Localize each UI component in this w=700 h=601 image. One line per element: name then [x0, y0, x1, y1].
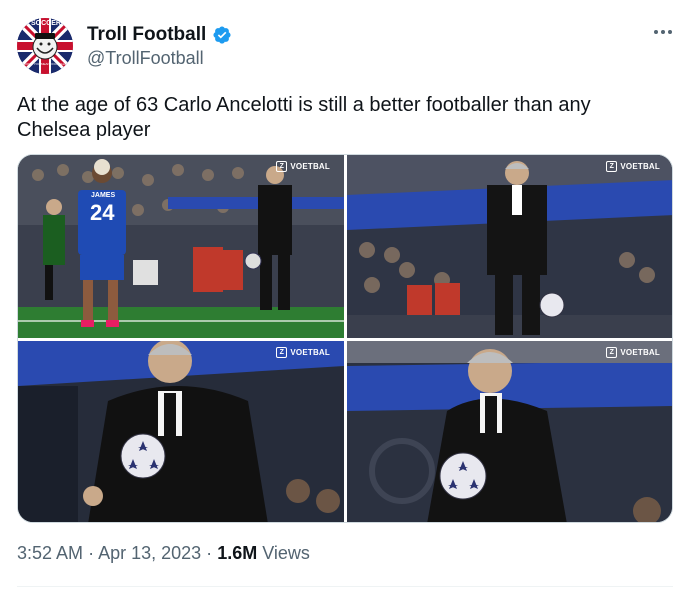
jersey-name: JAMES: [91, 192, 116, 199]
views-label: Views: [262, 543, 310, 563]
author-name-row: Troll Football: [87, 24, 232, 46]
meta-separator: ·: [88, 543, 95, 563]
verified-badge-icon: [213, 26, 231, 44]
more-horizontal-icon: [668, 30, 672, 34]
tweet-meta: 3:52 AM · Apr 13, 2023 · 1.6M Views: [17, 543, 310, 564]
media-grid: JAMES 24 Z VOETBAL Z VOETBAL Z VOETBAL Z…: [17, 154, 673, 523]
tweet-text: At the age of 63 Carlo Ancelotti is stil…: [17, 94, 591, 141]
meta-separator: ·: [206, 543, 213, 563]
stadium-image: [18, 341, 344, 522]
voetbal-logo-icon: Z: [276, 347, 288, 358]
voetbal-watermark: Z VOETBAL: [606, 347, 660, 358]
media-image-1[interactable]: JAMES 24 Z VOETBAL: [18, 155, 344, 338]
stadium-image: [347, 341, 672, 522]
voetbal-logo-icon: Z: [606, 347, 618, 358]
voetbal-watermark: Z VOETBAL: [276, 161, 330, 172]
stadium-image: [18, 155, 344, 338]
voetbal-logo-icon: Z: [276, 161, 288, 172]
avatar[interactable]: SOCCER DON'T YOU MEAN FOOTBALL: [17, 18, 73, 74]
avatar-logo-text-bottom: DON'T YOU MEAN FOOTBALL: [23, 62, 67, 66]
tweet-date[interactable]: Apr 13, 2023: [98, 543, 201, 563]
voetbal-watermark: Z VOETBAL: [606, 161, 660, 172]
voetbal-watermark: Z VOETBAL: [276, 347, 330, 358]
voetbal-logo-icon: Z: [606, 161, 618, 172]
views-count[interactable]: 1.6M: [217, 543, 257, 563]
author-handle[interactable]: @TrollFootball: [87, 48, 204, 69]
divider: [17, 586, 673, 587]
media-image-4[interactable]: Z VOETBAL: [347, 341, 672, 522]
media-image-2[interactable]: Z VOETBAL: [347, 155, 672, 338]
more-horizontal-icon: [654, 30, 658, 34]
tweet-card: SOCCER DON'T YOU MEAN FOOTBALL Troll Foo…: [0, 0, 700, 601]
stadium-image: [347, 155, 672, 338]
media-image-3[interactable]: Z VOETBAL: [18, 341, 344, 522]
author-display-name[interactable]: Troll Football: [87, 24, 206, 46]
more-options-button[interactable]: [650, 22, 676, 42]
more-horizontal-icon: [661, 30, 665, 34]
avatar-logo-text-top: SOCCER: [31, 20, 61, 27]
jersey-number: 24: [90, 200, 115, 225]
tweet-time[interactable]: 3:52 AM: [17, 543, 83, 563]
